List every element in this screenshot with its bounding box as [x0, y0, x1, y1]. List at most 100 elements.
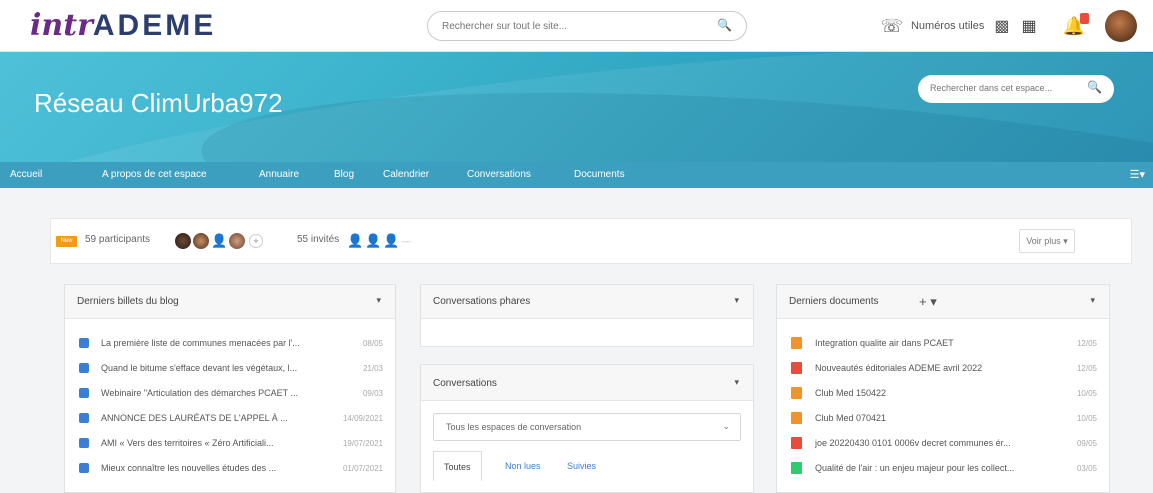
user-avatar[interactable] [1105, 10, 1137, 42]
blog-list-item[interactable]: ANNONCE DES LAURÉATS DE L'APPEL À ... 14… [65, 408, 395, 430]
blog-panel-title[interactable]: Derniers billets du blog [77, 296, 179, 307]
search-icon[interactable]: 🔍 [1087, 80, 1102, 94]
caret-down-icon[interactable]: ▾ [1090, 295, 1095, 306]
nav-blog[interactable]: Blog [334, 169, 354, 180]
blog-list-item[interactable]: Quand le bitume s'efface devant les végé… [65, 358, 395, 380]
blog-post-title[interactable]: La première liste de communes menacées p… [101, 338, 300, 348]
add-document-icon[interactable]: + ▾ [919, 294, 937, 310]
participant-placeholder-icon[interactable]: 👤 [211, 233, 227, 249]
blog-post-date: 09/03 [362, 389, 383, 398]
participant-avatar[interactable] [175, 233, 191, 249]
conversations-header: Conversations ▾ [421, 365, 753, 401]
blog-post-title[interactable]: Mieux connaître les nouvelles études des… [101, 463, 276, 473]
phone-icon[interactable]: ☏ [880, 16, 903, 37]
documents-panel-title[interactable]: Derniers documents [789, 296, 878, 307]
document-list-item[interactable]: Club Med 150422 10/05 [777, 383, 1109, 405]
blog-list-item[interactable]: Mieux connaître les nouvelles études des… [65, 458, 395, 480]
conversation-space-select-value: Tous les espaces de conversation [446, 422, 582, 432]
document-file-icon [791, 362, 802, 374]
document-list-item[interactable]: Nouveautés éditoriales ADEME avril 2022 … [777, 358, 1109, 380]
pinned-conversations-title[interactable]: Conversations phares [433, 296, 530, 307]
nav-calendrier[interactable]: Calendrier [383, 169, 429, 180]
tab-suivies[interactable]: Suivies [557, 451, 606, 481]
nav-menu-icon[interactable]: ☰▾ [1130, 168, 1145, 181]
participants-count[interactable]: 59 participants [85, 234, 150, 245]
invitee-placeholder-icon[interactable]: 👤 [365, 233, 381, 249]
document-title[interactable]: Integration qualite air dans PCAET [815, 338, 954, 348]
more-participants-icon[interactable]: + [249, 234, 263, 248]
intra-ademe-logo[interactable]: intrADEME [30, 8, 216, 43]
blog-post-title[interactable]: Webinaire "Articulation des démarches PC… [101, 388, 298, 398]
blog-post-title[interactable]: ANNONCE DES LAURÉATS DE L'APPEL À ... [101, 413, 288, 423]
space-title: Réseau ClimUrba972 [34, 88, 283, 118]
blog-list-item[interactable]: Webinaire "Articulation des démarches PC… [65, 383, 395, 405]
conversation-space-select[interactable]: Tous les espaces de conversation ⌄ [433, 413, 741, 441]
nav-documents[interactable]: Documents [574, 169, 625, 180]
caret-down-icon[interactable]: ▾ [734, 295, 739, 306]
conversations-title[interactable]: Conversations [433, 378, 497, 389]
participants-bar: New 59 participants 👤 + 55 invités 👤 👤 👤… [50, 218, 1132, 264]
nav-accueil[interactable]: Accueil [10, 169, 42, 180]
document-file-icon [791, 387, 802, 399]
org-chart-icon[interactable]: ▩ [994, 16, 1009, 36]
global-search-input[interactable] [442, 12, 712, 40]
chevron-down-icon: ⌄ [722, 421, 730, 431]
document-title[interactable]: Club Med 070421 [815, 413, 886, 423]
document-title[interactable]: Qualité de l'air : un enjeu majeur pour … [815, 463, 1014, 473]
invites-count[interactable]: 55 invités [297, 234, 339, 245]
document-file-icon [791, 337, 802, 349]
document-date: 12/05 [1076, 364, 1097, 373]
nav-annuaire[interactable]: Annuaire [259, 169, 299, 180]
useful-numbers-link[interactable]: Numéros utiles [911, 20, 984, 32]
document-date: 12/05 [1076, 339, 1097, 348]
space-navbar: Accueil A propos de cet espace Annuaire … [0, 162, 1153, 188]
document-title[interactable]: Nouveautés éditoriales ADEME avril 2022 [815, 363, 982, 373]
tab-toutes[interactable]: Toutes [433, 451, 482, 481]
participant-avatar[interactable] [229, 233, 245, 249]
pinned-conversations-header: Conversations phares ▾ [421, 285, 753, 319]
blog-post-title[interactable]: Quand le bitume s'efface devant les végé… [101, 363, 297, 373]
tab-non-lues[interactable]: Non lues [495, 451, 551, 481]
search-icon[interactable]: 🔍 [717, 18, 732, 32]
space-search-input[interactable] [930, 75, 1080, 101]
document-file-icon [791, 437, 802, 449]
blog-post-date: 01/07/2021 [342, 464, 383, 473]
top-right-tools: ☏ Numéros utiles ▩ ▦ 🔔 [880, 0, 1153, 52]
document-list-item[interactable]: joe 20220430 0101 0006v decret communes … [777, 433, 1109, 455]
caret-down-icon[interactable]: ▾ [376, 295, 381, 306]
blog-list-item[interactable]: AMI « Vers des territoires « Zéro Artifi… [65, 433, 395, 455]
pinned-conversations-panel: Conversations phares ▾ [420, 284, 754, 347]
document-list-item[interactable]: Integration qualite air dans PCAET 12/05 [777, 333, 1109, 355]
documents-panel: Derniers documents + ▾ ▾ Integration qua… [776, 284, 1110, 493]
document-title[interactable]: Club Med 150422 [815, 388, 886, 398]
document-file-icon [791, 412, 802, 424]
nav-a-propos[interactable]: A propos de cet espace [102, 169, 207, 180]
apps-grid-icon[interactable]: ▦ [1021, 16, 1036, 36]
document-file-icon [791, 462, 802, 474]
blog-post-date: 19/07/2021 [342, 439, 383, 448]
see-more-button[interactable]: Voir plus ▾ [1019, 229, 1075, 253]
blog-post-icon [79, 388, 89, 398]
document-title[interactable]: joe 20220430 0101 0006v decret communes … [815, 438, 1011, 448]
blog-panel: Derniers billets du blog ▾ La première l… [64, 284, 396, 493]
space-search-box: 🔍 [918, 75, 1114, 103]
document-list-item[interactable]: Qualité de l'air : un enjeu majeur pour … [777, 458, 1109, 480]
blog-panel-header: Derniers billets du blog ▾ [65, 285, 395, 319]
document-date: 03/05 [1076, 464, 1097, 473]
documents-panel-header: Derniers documents + ▾ ▾ [777, 285, 1109, 319]
blog-list-item[interactable]: La première liste de communes menacées p… [65, 333, 395, 355]
document-date: 10/05 [1076, 389, 1097, 398]
nav-conversations[interactable]: Conversations [467, 169, 531, 180]
notification-bell-icon[interactable]: 🔔 [1063, 12, 1089, 37]
more-invitees-icon[interactable]: — [399, 233, 413, 249]
blog-post-icon [79, 363, 89, 373]
document-list-item[interactable]: Club Med 070421 10/05 [777, 408, 1109, 430]
blog-post-date: 14/09/2021 [342, 414, 383, 423]
participant-avatar[interactable] [193, 233, 209, 249]
blog-post-icon [79, 463, 89, 473]
invitee-placeholder-icon[interactable]: 👤 [347, 233, 363, 249]
caret-down-icon[interactable]: ▾ [734, 377, 739, 388]
invitee-placeholder-icon[interactable]: 👤 [383, 233, 399, 249]
logo-prefix: intr [30, 8, 93, 43]
blog-post-title[interactable]: AMI « Vers des territoires « Zéro Artifi… [101, 438, 274, 448]
